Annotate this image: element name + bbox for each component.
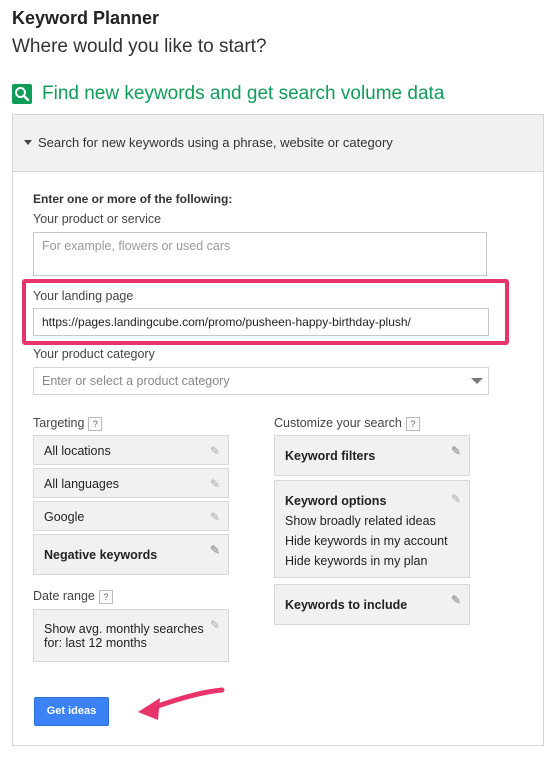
panel-header-label[interactable]: Search for new keywords using a phrase, … [38, 135, 393, 150]
card-label: Keywords to include [285, 598, 408, 612]
targeting-label: Targeting? [33, 416, 103, 431]
keyword-option: Hide keywords in my plan [285, 554, 428, 568]
pencil-icon[interactable]: ✎ [451, 444, 461, 458]
targeting-label-text: Targeting [33, 416, 85, 430]
landing-page-input[interactable]: https://pages.landingcube.com/promo/push… [33, 308, 489, 336]
help-icon[interactable]: ? [405, 416, 420, 431]
pencil-icon[interactable]: ✎ [451, 593, 461, 607]
card-label: Keyword filters [285, 449, 376, 463]
date-range-card[interactable]: Show avg. monthly searches for: last 12 … [33, 609, 229, 662]
caret-down-icon[interactable] [24, 140, 32, 145]
help-icon[interactable]: ? [98, 589, 113, 604]
keyword-option: Hide keywords in my account [285, 534, 448, 548]
product-service-input[interactable]: For example, flowers or used cars [33, 232, 487, 276]
pencil-icon[interactable]: ✎ [210, 510, 220, 524]
date-range-line2: for: last 12 months [44, 636, 147, 650]
form-intro: Enter one or more of the following: [33, 192, 233, 206]
product-label: Your product or service [33, 212, 162, 226]
pencil-icon[interactable]: ✎ [210, 618, 220, 632]
pencil-icon[interactable]: ✎ [210, 444, 220, 458]
card-label: All languages [44, 477, 120, 491]
help-icon[interactable]: ? [88, 416, 103, 431]
card-label: Google [44, 510, 85, 524]
page-subtitle: Where would you like to start? [12, 36, 267, 57]
card-label: All locations [44, 444, 111, 458]
customize-label-text: Customize your search [274, 416, 402, 430]
keywords-include-card[interactable]: Keywords to include ✎ [274, 584, 470, 625]
section-title: Find new keywords and get search volume … [42, 83, 445, 104]
keyword-option: Show broadly related ideas [285, 514, 436, 528]
targeting-negative-keywords[interactable]: Negative keywords ✎ [33, 534, 229, 575]
customize-label: Customize your search? [274, 416, 420, 431]
pencil-icon[interactable]: ✎ [210, 477, 220, 491]
card-label: Negative keywords [44, 548, 158, 562]
targeting-network[interactable]: Google ✎ [33, 501, 229, 531]
pencil-icon[interactable]: ✎ [210, 543, 220, 557]
landing-page-label: Your landing page [33, 289, 134, 303]
dropdown-arrow-icon[interactable] [471, 378, 483, 384]
keyword-filters-card[interactable]: Keyword filters ✎ [274, 435, 470, 476]
targeting-locations[interactable]: All locations ✎ [33, 435, 229, 465]
keyword-options-card[interactable]: Keyword options Show broadly related ide… [274, 480, 470, 578]
targeting-languages[interactable]: All languages ✎ [33, 468, 229, 498]
pencil-icon[interactable]: ✎ [451, 489, 461, 509]
date-range-label: Date range? [33, 589, 113, 604]
keyword-options-title: Keyword options [285, 494, 387, 508]
search-icon [12, 84, 32, 104]
get-ideas-button[interactable]: Get ideas [34, 697, 109, 726]
arrow-annotation-icon [120, 682, 230, 731]
category-select[interactable]: Enter or select a product category [33, 367, 489, 395]
category-label: Your product category [33, 347, 155, 361]
date-range-line1: Show avg. monthly searches [44, 622, 204, 636]
page-title: Keyword Planner [12, 8, 160, 28]
date-range-label-text: Date range [33, 589, 95, 603]
